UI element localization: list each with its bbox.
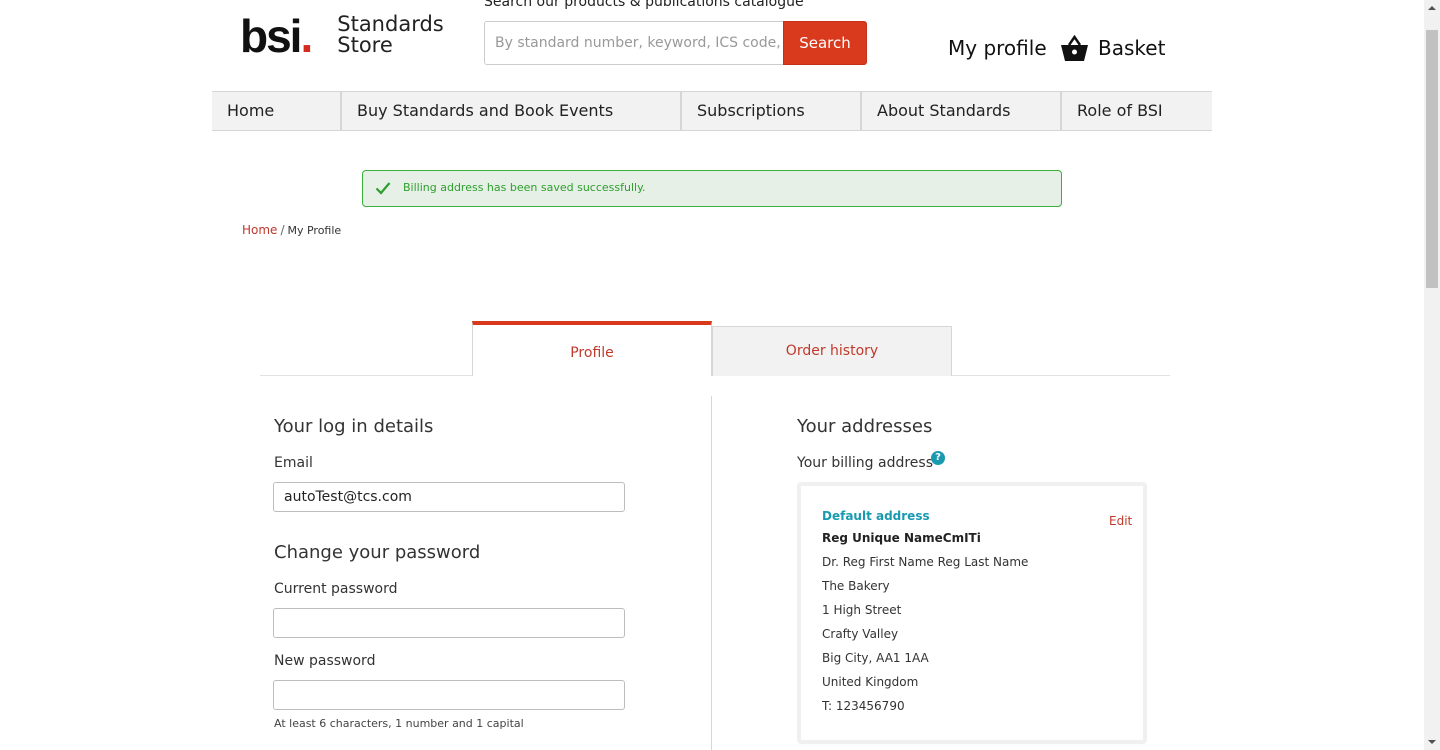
search-input[interactable]: By standard number, keyword, ICS code, I… [484, 21, 784, 65]
address-line: The Bakery [822, 579, 890, 593]
change-password-heading: Change your password [274, 542, 481, 563]
address-line: Dr. Reg First Name Reg Last Name [822, 555, 1029, 569]
search-button[interactable]: Search [783, 21, 867, 65]
new-password-label: New password [274, 653, 376, 669]
breadcrumb-current: My Profile [287, 224, 342, 237]
current-password-field[interactable] [273, 608, 625, 638]
scroll-up-arrow-icon[interactable] [1424, 0, 1440, 16]
new-password-field[interactable] [273, 680, 625, 710]
billing-address-label: Your billing address [797, 455, 933, 471]
page: bsi. Standards Store Search our products… [0, 0, 1424, 750]
basket-link[interactable]: Basket [1098, 36, 1165, 60]
password-hint: At least 6 characters, 1 number and 1 ca… [274, 717, 524, 730]
scroll-down-arrow-icon[interactable] [1424, 734, 1440, 750]
address-line: Crafty Valley [822, 627, 899, 641]
addresses-heading: Your addresses [797, 416, 933, 437]
tab-order-history[interactable]: Order history [712, 326, 952, 376]
main-nav: Home Buy Standards and Book Events Subsc… [212, 91, 1212, 131]
address-line: Big City, AA1 1AA [822, 651, 929, 665]
breadcrumb-separator: / [280, 223, 285, 237]
vertical-scrollbar[interactable] [1424, 0, 1440, 750]
address-phone: T: 123456790 [822, 699, 905, 713]
my-profile-link[interactable]: My profile [948, 36, 1047, 60]
nav-item-about-standards[interactable]: About Standards [862, 92, 1062, 130]
basket-icon[interactable] [1060, 35, 1089, 62]
login-details-heading: Your log in details [274, 416, 434, 437]
address-line: 1 High Street [822, 603, 902, 617]
edit-address-link[interactable]: Edit [1109, 514, 1132, 528]
breadcrumb: Home / My Profile [242, 223, 341, 237]
nav-item-subscriptions[interactable]: Subscriptions [682, 92, 862, 130]
help-icon[interactable]: ? [931, 451, 945, 465]
bsi-logo[interactable]: bsi. Standards Store [240, 10, 444, 62]
address-company: Reg Unique NameCmITi [822, 531, 981, 545]
nav-item-buy-standards[interactable]: Buy Standards and Book Events [342, 92, 682, 130]
nav-item-role-of-bsi[interactable]: Role of BSI [1062, 92, 1212, 130]
column-divider [711, 396, 712, 750]
scrollbar-thumb[interactable] [1426, 30, 1438, 288]
breadcrumb-home-link[interactable]: Home [242, 223, 277, 237]
store-name: Standards Store [337, 12, 444, 57]
alert-message: Billing address has been saved successfu… [403, 181, 646, 194]
tab-profile[interactable]: Profile [472, 321, 712, 376]
email-field[interactable]: autoTest@tcs.com [273, 482, 625, 512]
email-label: Email [274, 455, 313, 471]
address-line: United Kingdom [822, 675, 919, 689]
current-password-label: Current password [274, 581, 398, 597]
search-caption: Search our products & publications catal… [484, 0, 804, 10]
logo-wordmark: bsi. [240, 10, 313, 62]
check-icon [375, 182, 391, 195]
nav-item-home[interactable]: Home [212, 92, 342, 130]
success-alert: Billing address has been saved successfu… [362, 170, 1062, 207]
default-address-label: Default address [822, 509, 930, 523]
